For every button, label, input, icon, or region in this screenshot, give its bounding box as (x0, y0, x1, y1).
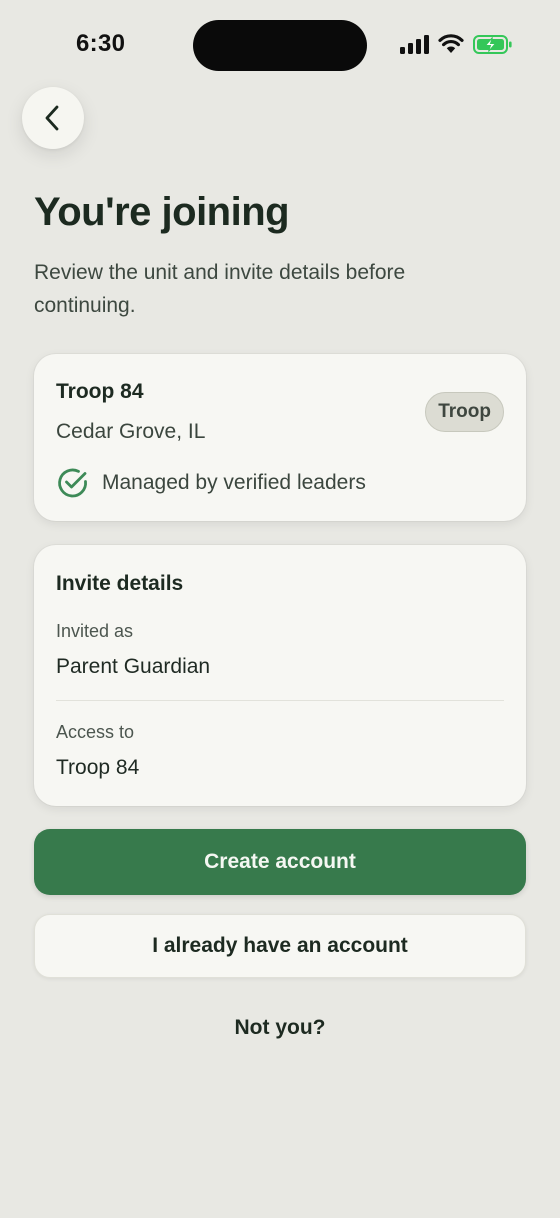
access-to-value: Troop 84 (56, 756, 140, 779)
battery-charging-icon (473, 35, 512, 54)
cellular-signal-icon (400, 35, 429, 54)
chevron-left-icon (45, 105, 59, 131)
verified-row: Managed by verified leaders (56, 466, 366, 500)
unit-card: Troop 84 Cedar Grove, IL Troop Managed b… (34, 354, 526, 521)
dynamic-island (193, 20, 367, 71)
page-subtitle: Review the unit and invite details befor… (34, 261, 406, 317)
status-time: 6:30 (76, 30, 126, 57)
back-button[interactable] (22, 87, 84, 149)
existing-account-button[interactable]: I already have an account (34, 914, 526, 978)
page-title: You're joining (34, 190, 290, 234)
divider (56, 700, 504, 701)
invite-details-card: Invite details Invited as Parent Guardia… (34, 545, 526, 806)
wifi-icon (438, 34, 464, 53)
invited-as-label: Invited as (56, 621, 134, 641)
invite-details-heading: Invite details (56, 572, 184, 595)
check-circle-icon (58, 468, 87, 498)
status-icons (400, 34, 515, 58)
unit-type-badge: Troop (425, 392, 504, 432)
unit-name: Troop 84 (56, 380, 144, 403)
invited-as-value: Parent Guardian (56, 655, 211, 678)
create-account-button[interactable]: Create account (34, 829, 526, 895)
access-to-label: Access to (56, 722, 135, 742)
verified-label: Managed by verified leaders (102, 471, 366, 494)
status-bar: 6:30 (0, 0, 560, 92)
not-you-link[interactable]: Not you? (0, 1016, 560, 1040)
unit-location: Cedar Grove, IL (56, 420, 206, 443)
